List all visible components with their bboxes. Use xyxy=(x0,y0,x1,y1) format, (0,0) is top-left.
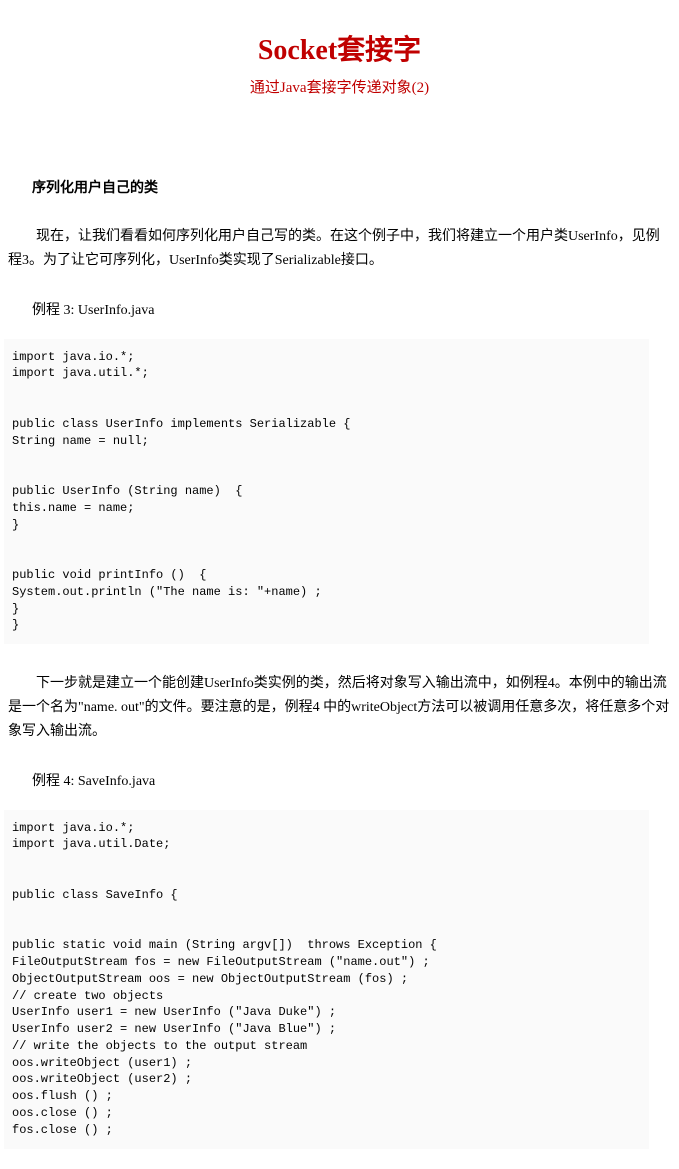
code-label-1: 例程 3: UserInfo.java xyxy=(32,299,679,319)
code-block-2: import java.io.*; import java.util.Date;… xyxy=(4,810,649,1149)
page-title: Socket套接字 xyxy=(0,28,679,68)
code-label-2: 例程 4: SaveInfo.java xyxy=(32,770,679,790)
page-subtitle: 通过Java套接字传递对象(2) xyxy=(0,76,679,97)
paragraph-2: 下一步就是建立一个能创建UserInfo类实例的类，然后将对象写入输出流中，如例… xyxy=(8,672,671,743)
paragraph-1: 现在，让我们看看如何序列化用户自己写的类。在这个例子中，我们将建立一个用户类Us… xyxy=(8,225,671,273)
section-heading: 序列化用户自己的类 xyxy=(32,177,679,197)
code-block-1: import java.io.*; import java.util.*; pu… xyxy=(4,339,649,645)
